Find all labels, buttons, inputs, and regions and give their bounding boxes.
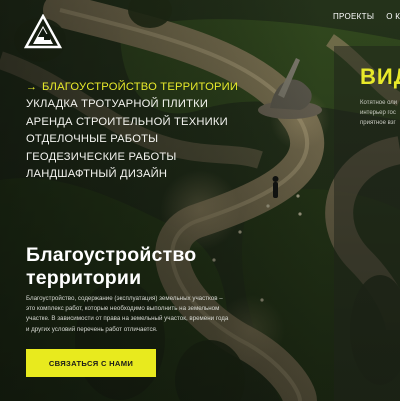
services-item-label: АРЕНДА СТРОИТЕЛЬНОЙ ТЕХНИКИ <box>26 115 228 128</box>
triangle-logo-icon[interactable] <box>24 14 62 50</box>
side-text-line: интерьер гос <box>360 110 396 116</box>
services-item-paving[interactable]: УКЛАДКА ТРОТУАРНОЙ ПЛИТКИ <box>26 96 238 114</box>
hero-text-line: и других условий перечень работ отличает… <box>26 325 158 333</box>
services-item-equipment-rental[interactable]: АРЕНДА СТРОИТЕЛЬНОЙ ТЕХНИКИ <box>26 113 238 131</box>
services-item-label: ГЕОДЕЗИЧЕСКИЕ РАБОТЫ <box>26 150 177 163</box>
services-item-label: БЛАГОУСТРОЙСТВО ТЕРРИТОРИИ <box>42 80 239 93</box>
hero-text-line: Благоустройство, содержание (эксплуатаци… <box>26 295 223 302</box>
services-item-label: ЛАНДШАФТНЫЙ ДИЗАЙН <box>26 168 168 181</box>
hero-text-line: участке. В зависимости от права на земел… <box>26 315 229 323</box>
services-item-landscape-design[interactable]: ЛАНДШАФТНЫЙ ДИЗАЙН <box>26 166 238 184</box>
side-panel-heading: ВИД <box>360 64 400 89</box>
contact-us-button[interactable]: СВЯЗАТЬСЯ С НАМИ <box>26 349 156 377</box>
services-item-landscaping[interactable]: → БЛАГОУСТРОЙСТВО ТЕРРИТОРИИ <box>26 78 238 96</box>
hero-title-line: территории <box>26 267 142 289</box>
landing-page: ПРОЕКТЫ О К → БЛАГОУСТРОЙСТВО ТЕРРИТОРИИ… <box>0 0 400 401</box>
hero-description: Благоустройство, содержание (эксплуатаци… <box>26 294 276 335</box>
arrow-right-icon: → <box>26 80 38 93</box>
services-menu: → БЛАГОУСТРОЙСТВО ТЕРРИТОРИИ УКЛАДКА ТРО… <box>26 78 238 183</box>
services-item-finishing[interactable]: ОТДЕЛОЧНЫЕ РАБОТЫ <box>26 131 238 149</box>
services-item-label: ОТДЕЛОЧНЫЕ РАБОТЫ <box>26 133 159 146</box>
side-slide-panel[interactable]: ВИД Котятное оли интерьер гос приятное в… <box>334 46 400 401</box>
services-item-label: УКЛАДКА ТРОТУАРНОЙ ПЛИТКИ <box>26 98 209 111</box>
side-text-line: Котятное оли <box>360 100 398 106</box>
hero-title-line: Благоустройство <box>26 244 197 266</box>
side-text-line: приятное взг <box>360 120 396 126</box>
nav-link-about[interactable]: О К <box>386 12 400 21</box>
hero-title: Благоустройство территории <box>26 244 286 290</box>
nav-link-projects[interactable]: ПРОЕКТЫ <box>333 12 374 21</box>
top-navigation: ПРОЕКТЫ О К <box>333 12 400 21</box>
side-panel-text: Котятное оли интерьер гос приятное взг <box>360 98 400 128</box>
hero-text-line: это комплекс работ, которые необходимо в… <box>26 305 220 313</box>
services-item-geodesy[interactable]: ГЕОДЕЗИЧЕСКИЕ РАБОТЫ <box>26 148 238 166</box>
